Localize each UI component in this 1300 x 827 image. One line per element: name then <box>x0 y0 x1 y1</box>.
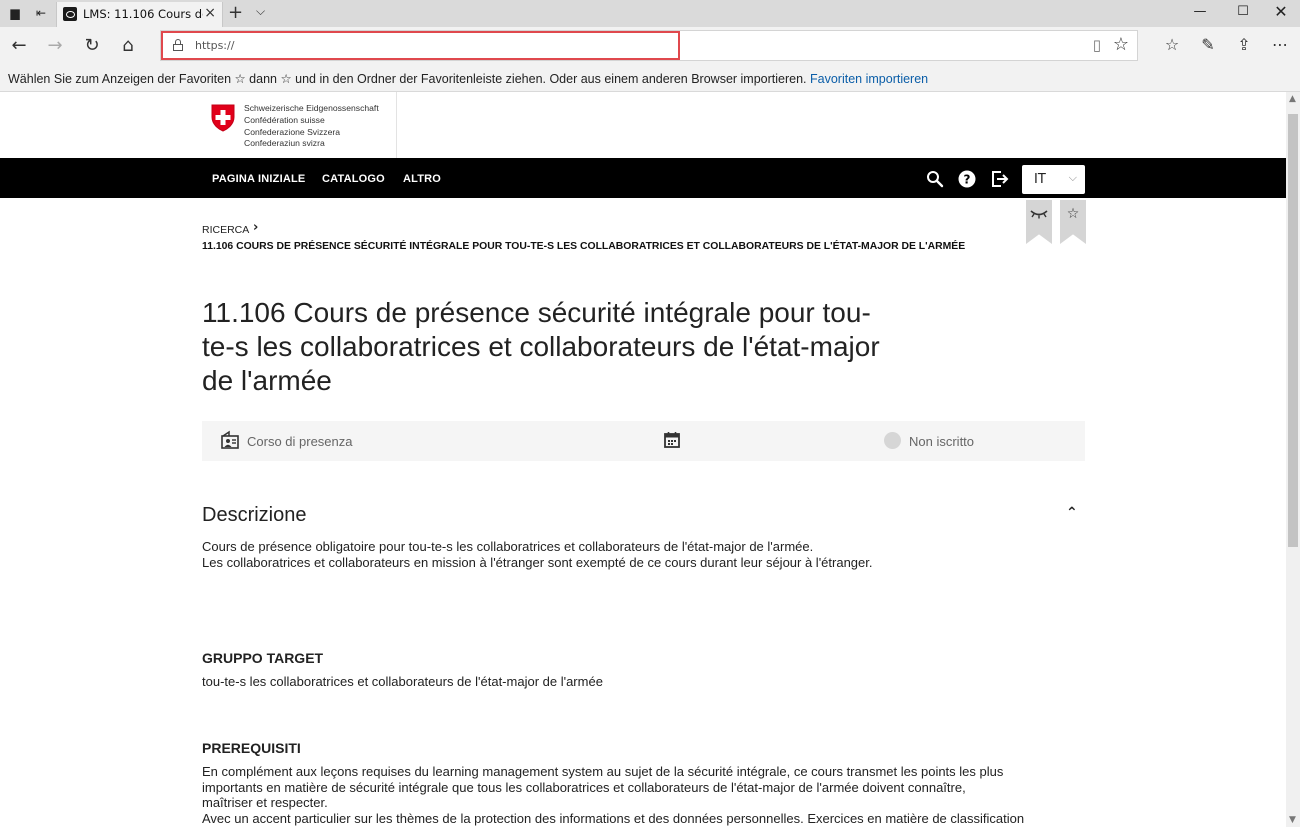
collapse-chevron-up-icon[interactable]: ⌃ <box>1066 505 1078 521</box>
federal-name-rm: Confederaziun svizra <box>244 138 325 149</box>
hide-bookmark[interactable] <box>1026 200 1052 244</box>
scrollbar-thumb[interactable] <box>1288 114 1298 547</box>
browser-tab-bar: ▆ ⇤ LMS: 11.106 Cours de p × + ⌵ — ☐ ✕ <box>0 0 1300 27</box>
window-close-icon[interactable]: ✕ <box>1271 2 1291 21</box>
calendar-icon[interactable] <box>664 431 680 448</box>
svg-text:?: ? <box>964 173 971 187</box>
favorites-bar: Wählen Sie zum Anzeigen der Favoriten ☆ … <box>0 65 1300 92</box>
course-type: Corso di presenza <box>247 434 353 449</box>
header-divider <box>396 92 397 158</box>
page-title: 11.106 Cours de présence sécurité intégr… <box>202 296 942 398</box>
page-scrollbar[interactable]: ▲ ▼ <box>1286 92 1300 827</box>
federal-name-fr: Confédération suisse <box>244 114 325 125</box>
federal-name-it: Confederazione Svizzera <box>244 126 341 137</box>
web-note-pen-icon[interactable]: ✎ <box>1196 35 1220 54</box>
breadcrumb-current: 11.106 COURS DE PRÉSENCE SÉCURITÉ INTÉGR… <box>202 241 966 252</box>
address-highlight-box <box>161 31 680 60</box>
set-tabs-aside-icon[interactable]: ⇤ <box>32 5 50 21</box>
language-value: IT <box>1034 172 1046 187</box>
nav-home[interactable]: PAGINA INIZIALE <box>212 173 305 185</box>
share-icon[interactable]: ⇪ <box>1232 35 1256 54</box>
reading-view-icon[interactable]: ▯ <box>1093 36 1101 54</box>
favorites-hub-icon[interactable]: ☆ <box>1160 35 1184 54</box>
prerequisites-line: En complément aux leçons requises du lea… <box>202 764 1004 779</box>
star-icon: ☆ <box>1066 206 1080 222</box>
target-group-heading: GRUPPO TARGET <box>202 650 324 666</box>
add-favorite-star-icon[interactable]: ☆ <box>1113 34 1129 55</box>
refresh-icon[interactable]: ↻ <box>80 35 104 57</box>
hide-icon <box>1030 210 1048 219</box>
course-info-bar: Corso di presenza Non iscritto <box>202 421 1085 461</box>
minimize-icon[interactable]: — <box>1190 4 1210 19</box>
language-select[interactable]: IT ⌵ <box>1022 165 1085 194</box>
description-line: Les collaboratrices et collaborateurs en… <box>202 554 873 570</box>
federal-names: Schweizerische Eidgenossenschaft Confédé… <box>244 103 379 150</box>
tab-preview-icon[interactable]: ▆ <box>6 5 24 21</box>
swiss-shield-icon[interactable] <box>211 104 235 132</box>
favorites-bar-message: Wählen Sie zum Anzeigen der Favoriten ☆ … <box>8 72 807 86</box>
page-title-line: de l'armée <box>202 365 332 396</box>
federal-name-de: Schweizerische Eidgenossenschaft <box>244 103 379 113</box>
web-page: Schweizerische Eidgenossenschaft Confédé… <box>0 92 1286 827</box>
scroll-up-icon[interactable]: ▲ <box>1289 94 1296 104</box>
prerequisites-text: En complément aux leçons requises du lea… <box>202 764 1092 826</box>
tab-list-chevron-icon[interactable]: ⌵ <box>256 4 265 19</box>
logout-icon[interactable] <box>991 170 1009 188</box>
breadcrumb-root[interactable]: RICERCA <box>202 224 249 236</box>
home-icon[interactable]: ⌂ <box>116 35 140 57</box>
main-navbar: PAGINA INIZIALE CATALOGO ALTRO ? IT ⌵ <box>0 158 1286 198</box>
page-title-line: te-s les collaboratrices et collaborateu… <box>202 331 880 362</box>
import-favorites-link[interactable]: Favoriten importieren <box>810 72 928 86</box>
nav-more[interactable]: ALTRO <box>403 173 441 185</box>
description-line: Cours de présence obligatoire pour tou-t… <box>202 539 814 554</box>
prerequisites-line: Avec un accent particulier sur les thème… <box>202 810 1025 826</box>
chevron-down-icon: ⌵ <box>1068 171 1077 184</box>
status-dot-icon <box>884 432 901 449</box>
target-group-text: tou-te-s les collaboratrices et collabor… <box>202 674 603 689</box>
help-icon[interactable]: ? <box>958 170 976 188</box>
federal-header: Schweizerische Eidgenossenschaft Confédé… <box>0 92 1286 158</box>
more-options-icon[interactable]: ⋯ <box>1268 35 1292 54</box>
back-icon[interactable]: ← <box>7 35 31 57</box>
search-icon[interactable] <box>926 170 944 188</box>
prerequisites-line: maîtriser et respecter. <box>202 795 328 810</box>
description-text: Cours de présence obligatoire pour tou-t… <box>202 539 1082 570</box>
tab-title: LMS: 11.106 Cours de p <box>83 7 203 21</box>
favorite-bookmark[interactable]: ☆ <box>1060 200 1086 244</box>
prerequisites-heading: PREREQUISITI <box>202 740 301 756</box>
prerequisites-line: importants en matière de sécurité intégr… <box>202 779 966 795</box>
site-favicon-icon <box>63 7 77 21</box>
maximize-icon[interactable]: ☐ <box>1233 4 1253 19</box>
tab-close-icon[interactable]: × <box>204 5 216 21</box>
description-heading: Descrizione <box>202 504 307 526</box>
breadcrumb-chevron-icon: › <box>253 220 259 235</box>
enrollment-status: Non iscritto <box>909 434 975 449</box>
browser-tab-active[interactable]: LMS: 11.106 Cours de p × <box>56 2 223 27</box>
page-title-line: 11.106 Cours de présence sécurité intégr… <box>202 297 871 328</box>
new-tab-icon[interactable]: + <box>228 2 243 23</box>
nav-catalog[interactable]: CATALOGO <box>322 173 385 185</box>
classroom-icon <box>221 430 239 449</box>
scroll-down-icon[interactable]: ▼ <box>1289 815 1296 825</box>
forward-icon[interactable]: → <box>43 35 67 57</box>
